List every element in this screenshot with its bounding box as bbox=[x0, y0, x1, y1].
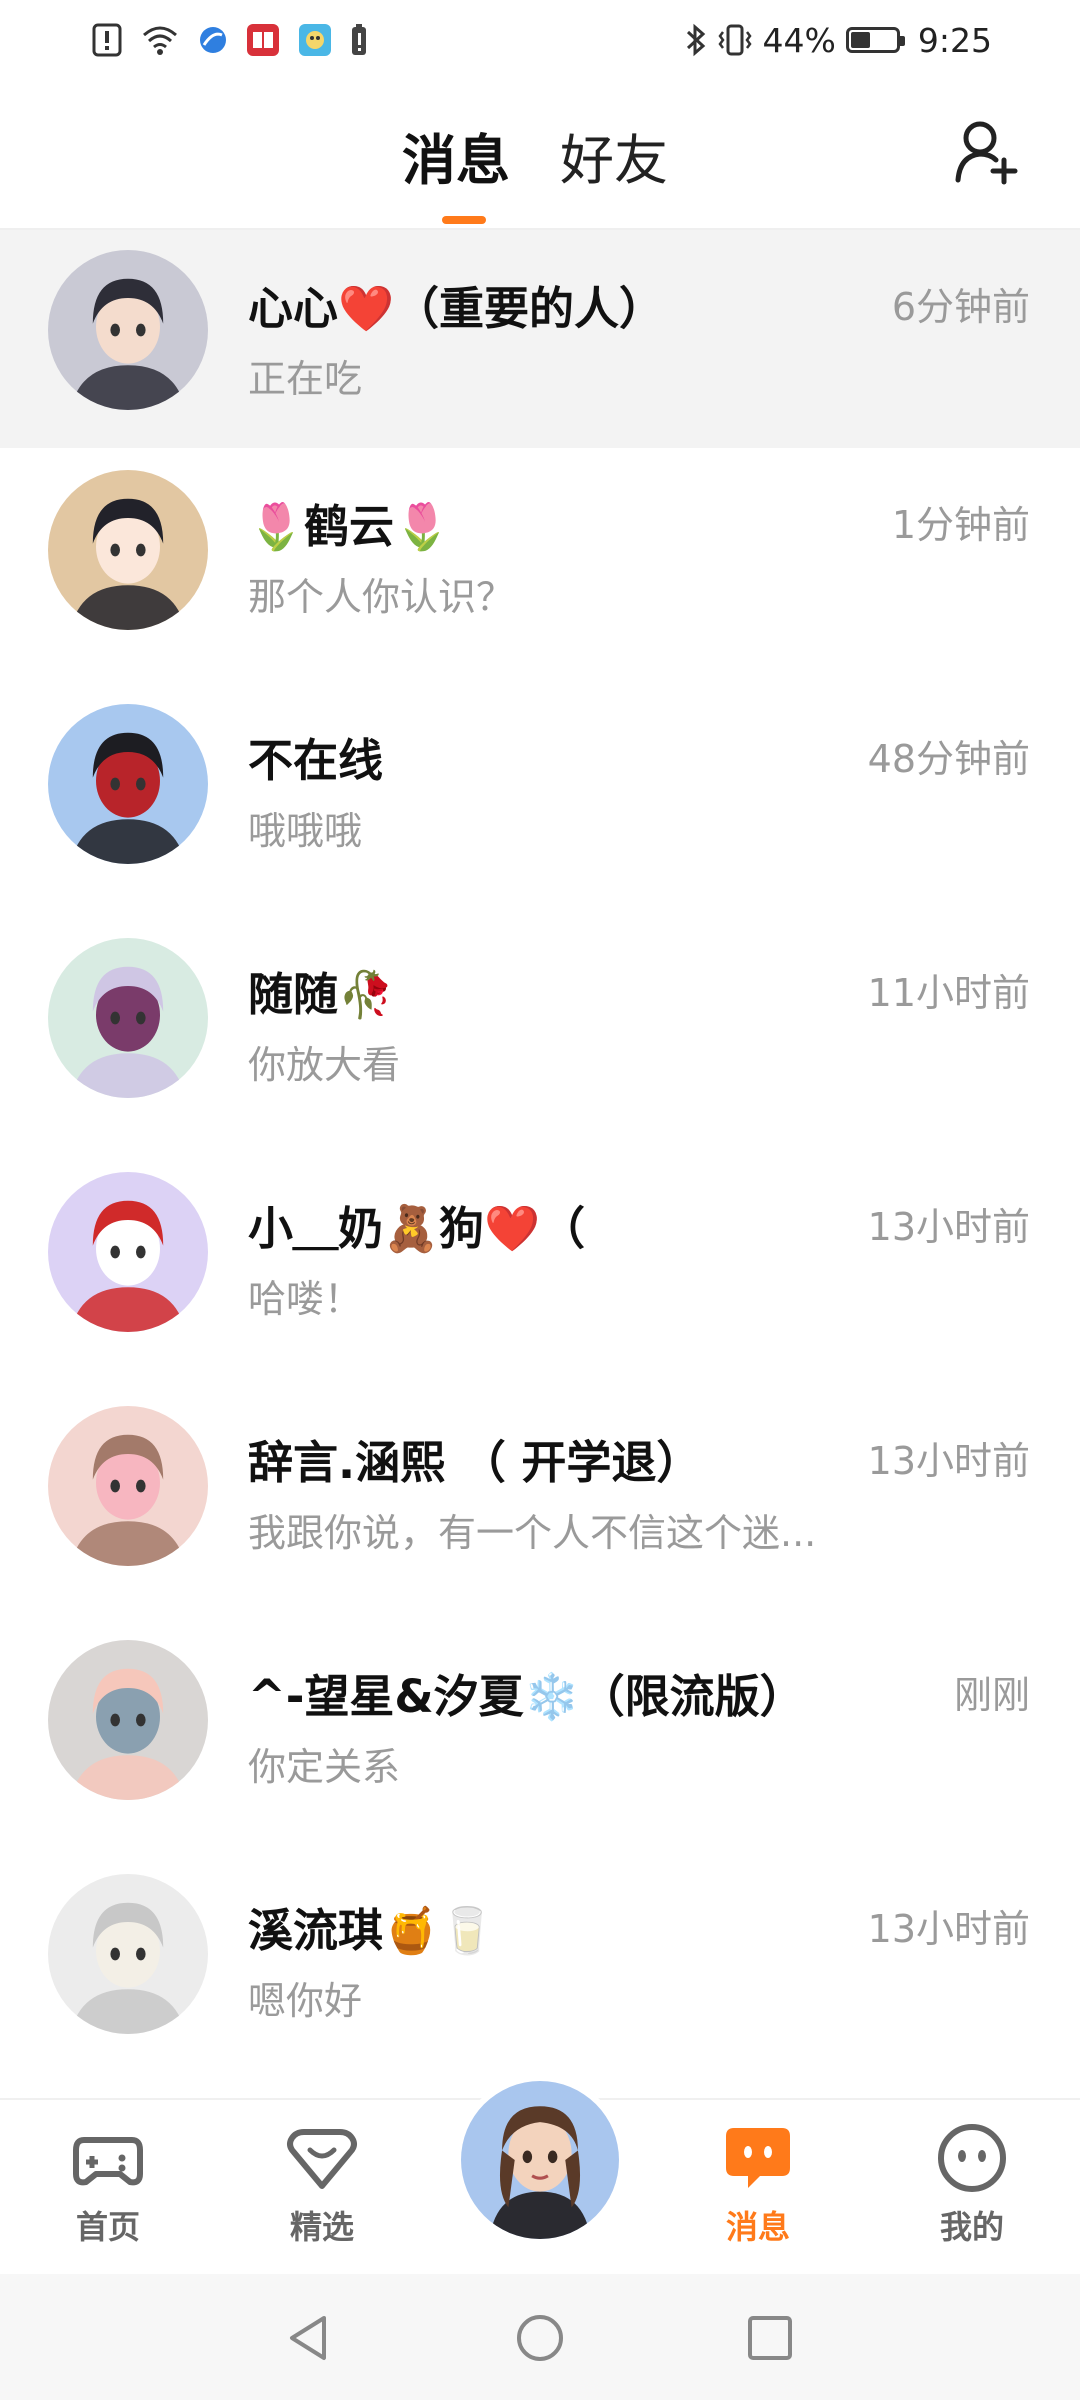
message-time: 48分钟前 bbox=[867, 737, 1030, 781]
status-icons-right: 44% 9:25 bbox=[685, 14, 992, 66]
bluetooth-icon bbox=[685, 23, 707, 57]
reader-icon bbox=[246, 23, 280, 57]
chat-bubble-icon bbox=[726, 2128, 790, 2188]
home-icon[interactable] bbox=[512, 2310, 568, 2366]
avatar[interactable] bbox=[48, 704, 208, 864]
conversation-row[interactable]: 🌷鹤云🌷 那个人你认识？ 1分钟前 bbox=[0, 448, 1080, 682]
avatar[interactable] bbox=[48, 250, 208, 410]
alert-icon bbox=[92, 23, 122, 57]
tab-friends[interactable]: 好友 bbox=[560, 116, 668, 195]
contact-name: 心心❤️（重要的人） bbox=[248, 282, 665, 335]
message-preview: 我跟你说，有一个人不信这个迷... bbox=[248, 1511, 817, 1555]
status-time: 9:25 bbox=[917, 20, 992, 60]
contact-name: 溪流琪🍯🥛 bbox=[248, 1904, 496, 1957]
heart-badge-icon bbox=[287, 2129, 357, 2189]
nav-messages[interactable]: 消息 bbox=[688, 2120, 828, 2248]
status-bar: 44% 9:25 bbox=[0, 0, 1080, 80]
conversation-row[interactable]: 随随🥀 你放大看 11小时前 bbox=[0, 916, 1080, 1150]
conversation-row[interactable]: 小＿奶🧸狗❤️（ 哈喽！ 13小时前 bbox=[0, 1150, 1080, 1384]
browser-icon bbox=[198, 23, 228, 57]
nav-profile[interactable]: 我的 bbox=[902, 2120, 1042, 2248]
nav-featured-label: 精选 bbox=[289, 2208, 354, 2246]
wifi-icon bbox=[140, 23, 180, 57]
conversation-row[interactable]: ^-望星&汐夏❄️（限流版） 你定关系 刚刚 bbox=[0, 1618, 1080, 1852]
message-preview: 哈喽！ bbox=[248, 1277, 363, 1321]
vibrate-icon bbox=[717, 23, 753, 57]
tab-messages[interactable]: 消息 bbox=[402, 116, 510, 195]
contact-name: 小＿奶🧸狗❤️（ bbox=[248, 1202, 586, 1255]
avatar[interactable] bbox=[48, 1874, 208, 2034]
recents-icon[interactable] bbox=[742, 2310, 798, 2366]
nav-profile-label: 我的 bbox=[939, 2208, 1004, 2246]
message-time: 刚刚 bbox=[953, 1673, 1030, 1717]
add-friend-button[interactable] bbox=[950, 116, 1022, 188]
app-header: 消息 好友 bbox=[0, 80, 1080, 230]
battery-level-fill bbox=[850, 32, 870, 48]
battery-icon bbox=[845, 27, 905, 53]
battery-percent: 44% bbox=[762, 20, 836, 60]
conversation-row[interactable]: 心心❤️（重要的人） 正在吃 6分钟前 bbox=[0, 230, 1080, 448]
avatar[interactable] bbox=[48, 1406, 208, 1566]
conversation-list: 心心❤️（重要的人） 正在吃 6分钟前 🌷鹤云🌷 那个人你认识？ 1分钟前不在线哦哦哦 48… bbox=[0, 230, 1080, 2086]
message-preview: 正在吃 bbox=[248, 357, 363, 401]
nav-home-label: 首页 bbox=[75, 2208, 140, 2246]
message-preview: 你放大看 bbox=[248, 1043, 401, 1087]
add-person-icon bbox=[955, 121, 1018, 185]
nav-messages-label: 消息 bbox=[725, 2208, 790, 2246]
gamepad-icon bbox=[73, 2137, 143, 2186]
message-time: 13小时前 bbox=[867, 1205, 1030, 1249]
back-icon[interactable] bbox=[280, 2310, 336, 2366]
center-profile-avatar[interactable] bbox=[455, 2075, 625, 2245]
contact-name: 🌷鹤云🌷 bbox=[248, 500, 451, 553]
conversation-row[interactable]: 不在线哦哦哦 48分钟前 bbox=[0, 682, 1080, 916]
status-icons-left bbox=[92, 18, 368, 62]
smiley-icon bbox=[938, 2124, 1006, 2192]
avatar[interactable] bbox=[48, 938, 208, 1098]
contact-name: 不在线 bbox=[248, 734, 384, 787]
message-time: 6分钟前 bbox=[891, 285, 1030, 329]
active-tab-indicator bbox=[442, 216, 486, 224]
avatar[interactable] bbox=[48, 1640, 208, 1800]
contact-name: 随随🥀 bbox=[248, 968, 395, 1021]
message-time: 11小时前 bbox=[867, 971, 1030, 1015]
contact-name: ^-望星&汐夏❄️（限流版） bbox=[248, 1670, 805, 1723]
warning-battery-icon bbox=[350, 23, 368, 57]
message-time: 1分钟前 bbox=[891, 503, 1030, 547]
contact-name: 辞言.涵熙 （ 开学退） bbox=[248, 1436, 702, 1489]
avatar[interactable] bbox=[48, 1172, 208, 1332]
message-preview: 嗯你好 bbox=[248, 1979, 363, 2023]
game-icon bbox=[298, 23, 332, 57]
system-nav-bar bbox=[0, 2274, 1080, 2400]
nav-featured[interactable]: 精选 bbox=[252, 2120, 392, 2248]
message-preview: 哦哦哦 bbox=[248, 809, 363, 853]
message-preview: 那个人你认识？ bbox=[248, 575, 515, 619]
nav-home[interactable]: 首页 bbox=[38, 2120, 178, 2248]
message-time: 13小时前 bbox=[867, 1907, 1030, 1951]
message-time: 13小时前 bbox=[867, 1439, 1030, 1483]
conversation-row[interactable]: 辞言.涵熙 （ 开学退） 我跟你说，有一个人不信这个迷... 13小时前 bbox=[0, 1384, 1080, 1618]
message-preview: 你定关系 bbox=[248, 1745, 401, 1789]
avatar[interactable] bbox=[48, 470, 208, 630]
